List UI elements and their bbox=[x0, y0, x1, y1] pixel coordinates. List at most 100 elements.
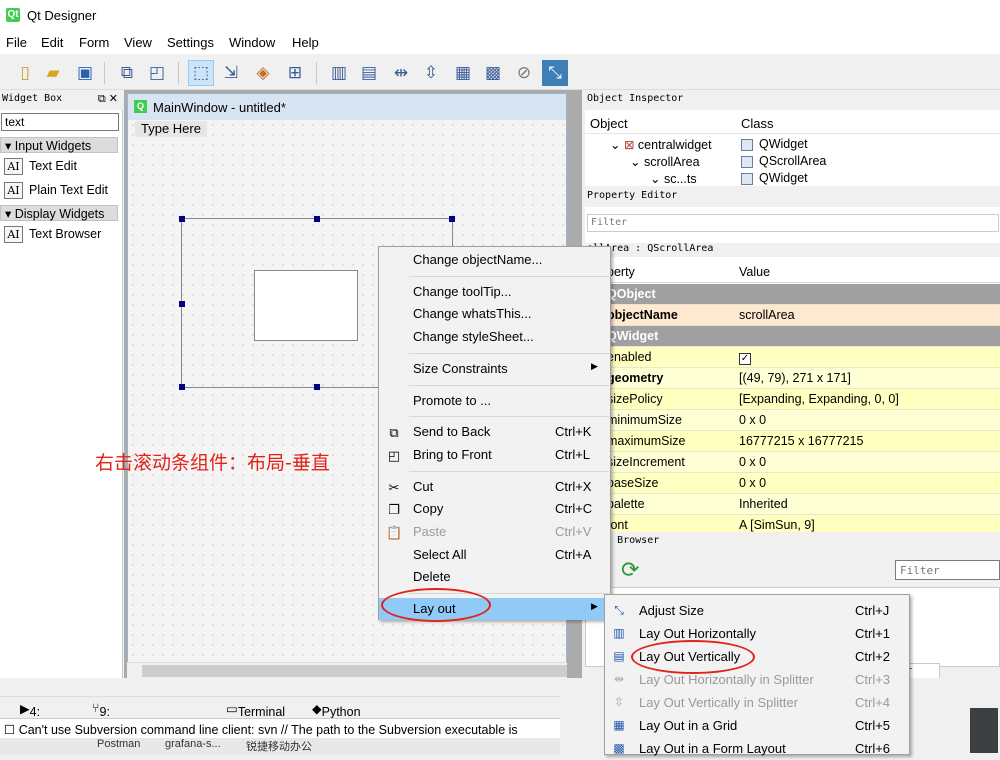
scroll-area-contents[interactable] bbox=[254, 270, 358, 341]
property-row-geometry[interactable]: geometry [(49, 79), 271 x 171] bbox=[585, 368, 1000, 389]
property-row-sizeincrement[interactable]: sizeIncrement 0 x 0 bbox=[585, 452, 1000, 473]
layout-grid-icon[interactable]: ▦ bbox=[450, 60, 476, 86]
menu-separator bbox=[409, 352, 609, 354]
menu-edit[interactable]: Edit bbox=[41, 35, 63, 50]
type-here-menu[interactable]: Type Here bbox=[135, 121, 207, 137]
tab-terminal[interactable]: ▭ Terminal bbox=[226, 701, 285, 719]
column-class[interactable]: Class bbox=[741, 116, 774, 131]
adjust-size-icon[interactable]: ⤡ bbox=[542, 60, 568, 86]
resize-handle[interactable] bbox=[179, 384, 185, 390]
scrollbar-thumb[interactable] bbox=[142, 665, 567, 677]
property-value[interactable]: [(49, 79), 271 x 171] bbox=[739, 371, 851, 385]
tab-python-console[interactable]: ◆ Python Console bbox=[312, 701, 368, 733]
property-value[interactable]: 0 x 0 bbox=[739, 476, 766, 490]
menu-item-bring-to-front[interactable]: ◰ Bring to Front Ctrl+L bbox=[379, 444, 610, 466]
resource-filter-input[interactable]: Filter bbox=[895, 560, 1000, 580]
property-value[interactable]: [Expanding, Expanding, 0, 0] bbox=[739, 392, 899, 406]
resize-handle[interactable] bbox=[449, 216, 455, 222]
property-row-minimumsize[interactable]: minimumSize 0 x 0 bbox=[585, 410, 1000, 431]
dock-float-close-icon[interactable]: ⧉ ✕ bbox=[98, 92, 118, 106]
widget-plain-text-edit[interactable]: AI Plain Text Edit bbox=[4, 182, 108, 199]
tree-row-scrollarea[interactable]: ⌄ scrollArea bbox=[630, 154, 700, 169]
menu-item-size-constraints[interactable]: Size Constraints ▶ bbox=[379, 358, 610, 380]
menu-item-change-stylesheet[interactable]: Change styleSheet... bbox=[379, 326, 610, 348]
new-file-icon[interactable]: ▯ bbox=[12, 60, 38, 86]
menu-item-promote-to[interactable]: Promote to ... bbox=[379, 390, 610, 412]
property-value[interactable]: 0 x 0 bbox=[739, 455, 766, 469]
column-value[interactable]: Value bbox=[739, 265, 770, 279]
edit-widgets-icon[interactable]: ⬚ bbox=[188, 60, 214, 86]
resize-handle[interactable] bbox=[179, 216, 185, 222]
property-row-objectname[interactable]: objectName scrollArea bbox=[585, 305, 1000, 326]
widget-text-edit[interactable]: AI Text Edit bbox=[4, 158, 77, 175]
menu-help[interactable]: Help bbox=[292, 35, 319, 50]
property-row-sizepolicy[interactable]: sizePolicy [Expanding, Expanding, 0, 0] bbox=[585, 389, 1000, 410]
open-folder-icon[interactable]: ▰ bbox=[40, 60, 66, 86]
bring-to-front-icon[interactable]: ◰ bbox=[144, 60, 170, 86]
ide-side-button[interactable] bbox=[970, 708, 998, 753]
column-object[interactable]: Object bbox=[590, 116, 628, 131]
save-icon[interactable]: ▣ bbox=[72, 60, 98, 86]
form-horizontal-scrollbar[interactable] bbox=[127, 662, 567, 678]
property-row-palette[interactable]: palette Inherited bbox=[585, 494, 1000, 515]
layout-horizontal-icon[interactable]: ▥ bbox=[326, 60, 352, 86]
category-input-widgets[interactable]: ▾ Input Widgets bbox=[0, 137, 118, 153]
widget-filter-input[interactable]: text bbox=[1, 113, 119, 131]
tab-version-control[interactable]: ⑂ 9: Version Control bbox=[92, 701, 141, 747]
taskbar-item[interactable]: Postman bbox=[97, 738, 140, 750]
submenu-item-adjust-size[interactable]: ⤡ Adjust Size Ctrl+J bbox=[605, 599, 909, 622]
tab-run[interactable]: ▶ 4: Run bbox=[20, 701, 53, 733]
edit-signals-icon[interactable]: ⇲ bbox=[218, 60, 244, 86]
menu-form[interactable]: Form bbox=[79, 35, 109, 50]
menu-item-change-whatsthis[interactable]: Change whatsThis... bbox=[379, 303, 610, 325]
menu-file[interactable]: File bbox=[6, 35, 27, 50]
menu-item-select-all[interactable]: Select All Ctrl+A bbox=[379, 544, 610, 566]
property-row-basesize[interactable]: baseSize 0 x 0 bbox=[585, 473, 1000, 494]
property-row-font[interactable]: font A [SimSun, 9] bbox=[585, 515, 1000, 532]
splitter-vertical-icon[interactable]: ⇳ bbox=[418, 60, 444, 86]
property-row-enabled[interactable]: enabled ✓ bbox=[585, 347, 1000, 368]
submenu-item-lay-out-in-a-grid[interactable]: ▦ Lay Out in a Grid Ctrl+5 bbox=[605, 714, 909, 737]
property-value[interactable]: scrollArea bbox=[739, 308, 795, 322]
menu-separator bbox=[409, 470, 609, 472]
menu-item-copy[interactable]: ❐ Copy Ctrl+C bbox=[379, 498, 610, 520]
taskbar-item[interactable]: grafana-s... bbox=[165, 738, 221, 750]
property-filter-input[interactable]: Filter bbox=[587, 214, 999, 232]
menu-item-delete[interactable]: Delete bbox=[379, 566, 610, 588]
shortcut-label: Ctrl+2 bbox=[855, 649, 891, 664]
menu-item-cut[interactable]: ✂ Cut Ctrl+X bbox=[379, 476, 610, 498]
submenu-item-lay-out-horizontally[interactable]: ▥ Lay Out Horizontally Ctrl+1 bbox=[605, 622, 909, 645]
menu-item-change-tooltip[interactable]: Change toolTip... bbox=[379, 281, 610, 303]
resize-handle[interactable] bbox=[314, 384, 320, 390]
checkbox[interactable]: ✓ bbox=[739, 353, 751, 365]
widget-text-browser[interactable]: AI Text Browser bbox=[4, 226, 101, 243]
edit-buddies-icon[interactable]: ◈ bbox=[250, 60, 276, 86]
property-row-maximumsize[interactable]: maximumSize 16777215 x 16777215 bbox=[585, 431, 1000, 452]
menu-item-change-objectname[interactable]: Change objectName... bbox=[379, 249, 610, 271]
submenu-item-lay-out-in-a-form-layout[interactable]: ▩ Lay Out in a Form Layout Ctrl+6 bbox=[605, 737, 909, 760]
category-display-widgets[interactable]: ▾ Display Widgets bbox=[0, 205, 118, 221]
menu-item-send-to-back[interactable]: ⧉ Send to Back Ctrl+K bbox=[379, 421, 610, 443]
tree-row-centralwidget[interactable]: ⌄ ⊠ centralwidget bbox=[610, 137, 712, 152]
edit-tab-order-icon[interactable]: ⊞ bbox=[282, 60, 308, 86]
property-value[interactable]: A [SimSun, 9] bbox=[739, 518, 815, 532]
property-value[interactable]: Inherited bbox=[739, 497, 788, 511]
property-value[interactable]: ✓ bbox=[739, 350, 751, 365]
send-to-back-icon[interactable]: ⧉ bbox=[114, 60, 140, 86]
shortcut-label: Ctrl+1 bbox=[855, 626, 891, 641]
taskbar-item[interactable]: 锐捷移动办公 bbox=[246, 738, 312, 754]
menu-view[interactable]: View bbox=[124, 35, 152, 50]
reload-icon[interactable]: ⟳ bbox=[621, 557, 639, 583]
layout-vertical-icon[interactable]: ▤ bbox=[356, 60, 382, 86]
tree-row-contents[interactable]: ⌄ sc...ts bbox=[650, 171, 697, 185]
property-value[interactable]: 16777215 x 16777215 bbox=[739, 434, 863, 448]
property-value[interactable]: 0 x 0 bbox=[739, 413, 766, 427]
break-layout-icon[interactable]: ⊘ bbox=[511, 60, 537, 86]
menu-settings[interactable]: Settings bbox=[167, 35, 214, 50]
layout-form-icon[interactable]: ▩ bbox=[480, 60, 506, 86]
menu-window[interactable]: Window bbox=[229, 35, 275, 50]
resize-handle[interactable] bbox=[314, 216, 320, 222]
resize-handle[interactable] bbox=[179, 301, 185, 307]
column-property[interactable]: perty bbox=[607, 265, 635, 279]
splitter-horizontal-icon[interactable]: ⇹ bbox=[388, 60, 414, 86]
